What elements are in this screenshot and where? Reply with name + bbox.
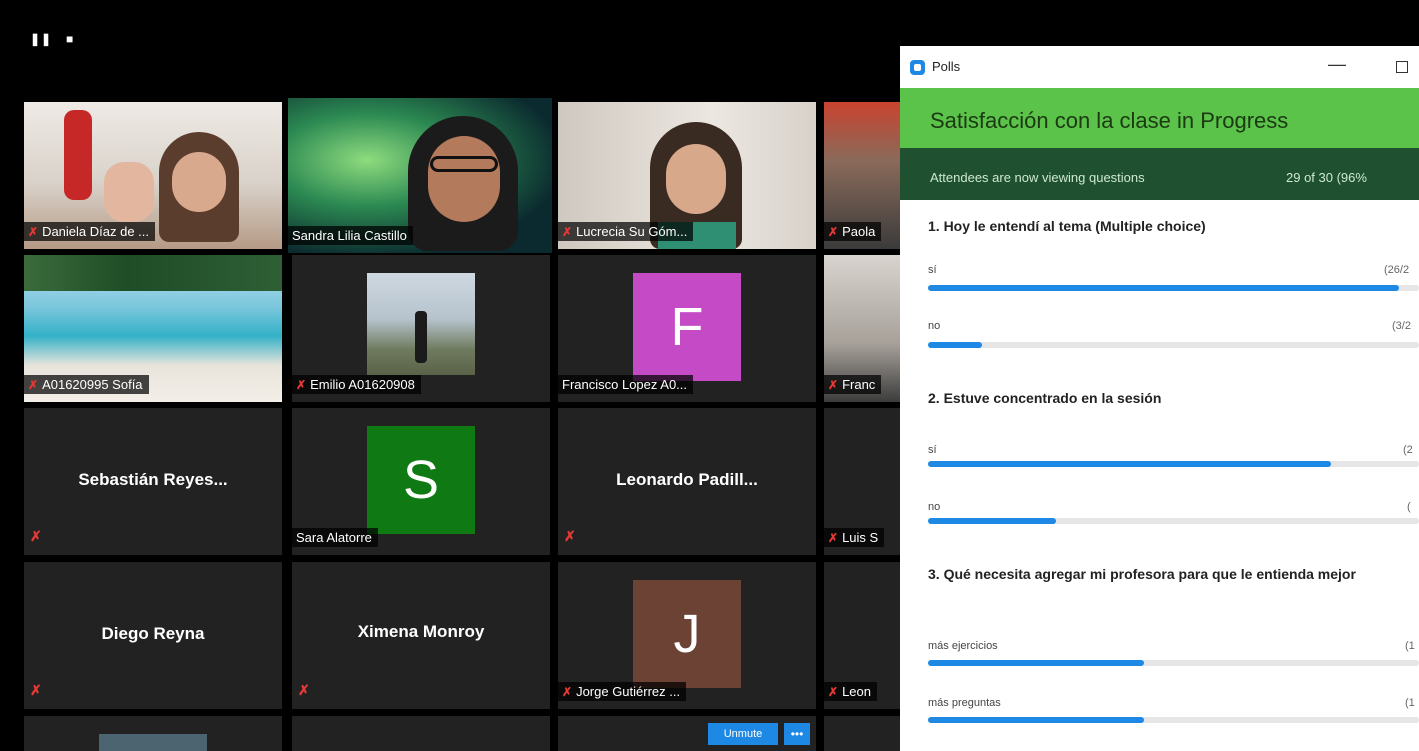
poll-result-bar (928, 285, 1419, 291)
poll-option-label: no (928, 320, 941, 332)
muted-mic-icon: ✗ (828, 225, 839, 239)
pause-icon[interactable]: ❚❚ (30, 32, 52, 46)
poll-option-count: (1 (1405, 697, 1415, 709)
poll-result-bar (928, 717, 1419, 723)
stop-icon[interactable]: ■ (66, 32, 74, 46)
muted-mic-icon: ✗ (562, 225, 573, 239)
profile-photo (367, 273, 475, 375)
more-options-button[interactable]: ••• (784, 723, 810, 745)
participant-name: ✗ A01620995 Sofía (24, 375, 149, 394)
poll-option-count: (3/2 (1392, 320, 1411, 332)
muted-mic-icon: ✗ (828, 378, 839, 392)
participant-name: ✗ Luis S (824, 528, 885, 547)
participant-tile[interactable]: Ximena Monroy ✗ (292, 562, 550, 709)
poll-option-count: (2 (1403, 444, 1413, 456)
avatar: F (633, 273, 741, 381)
participant-tile[interactable]: ✗ Luis S (824, 408, 900, 555)
participant-name: Francisco Lopez A0... (558, 375, 694, 394)
poll-question: 1. Hoy le entendí al tema (Multiple choi… (928, 218, 1206, 234)
poll-question: 3. Qué necesita agregar mi profesora par… (928, 566, 1356, 582)
muted-mic-icon: ✗ (828, 685, 839, 699)
muted-mic-icon: ✗ (298, 682, 310, 698)
unmute-button[interactable]: Unmute (708, 723, 778, 745)
participant-name: Ximena Monroy (357, 622, 485, 641)
poll-status-bar: Attendees are now viewing questions 29 o… (900, 148, 1419, 200)
maximize-icon[interactable] (1396, 61, 1408, 73)
poll-status-text: Attendees are now viewing questions (930, 170, 1145, 185)
polls-title-bar[interactable]: Polls — (900, 46, 1419, 88)
participant-name: Sebastián Reyes... (78, 470, 228, 489)
muted-mic-icon: ✗ (28, 225, 39, 239)
participant-name: ✗ Lucrecia Su Góm... (558, 222, 694, 241)
participant-tile[interactable] (24, 716, 282, 751)
participant-name: Diego Reyna (101, 624, 205, 643)
participant-tile[interactable]: ✗ A01620995 Sofía (24, 255, 282, 402)
participant-tile[interactable]: F Francisco Lopez A0... (558, 255, 816, 402)
participant-tile[interactable]: Diego Reyna ✗ (24, 562, 282, 709)
avatar: J (633, 580, 741, 688)
poll-result-bar (928, 342, 1419, 348)
polls-window-title: Polls (932, 59, 961, 74)
poll-option-count: (26/2 (1384, 264, 1410, 276)
participant-tile-active-speaker[interactable]: Sandra Lilia Castillo (288, 98, 552, 253)
zoom-logo-icon (910, 60, 925, 75)
muted-mic-icon: ✗ (296, 378, 307, 392)
participant-tile[interactable]: ✗ Paola (824, 102, 900, 249)
participant-tile[interactable]: ✗ Emilio A01620908 (292, 255, 550, 402)
muted-mic-icon: ✗ (564, 528, 576, 544)
poll-option-label: sí (928, 444, 937, 456)
muted-mic-icon: ✗ (30, 682, 42, 698)
poll-header: Satisfacción con la clase in Progress (900, 88, 1419, 148)
muted-mic-icon: ✗ (28, 378, 39, 392)
poll-option-label: más ejercicios (928, 640, 998, 652)
participant-name: Sara Alatorre (292, 528, 378, 547)
poll-option-count: (1 (1405, 640, 1415, 652)
poll-question: 2. Estuve concentrado en la sesión (928, 390, 1162, 406)
poll-option-label: sí (928, 264, 937, 276)
poll-result-bar (928, 518, 1419, 524)
poll-option-label: no (928, 501, 941, 513)
poll-title: Satisfacción con la clase in Progress (930, 108, 1289, 133)
participant-name: Leonardo Padill... (616, 470, 758, 489)
avatar: S (367, 426, 475, 534)
minimize-icon[interactable]: — (1328, 54, 1346, 75)
participant-tile[interactable] (824, 716, 900, 751)
profile-photo (99, 734, 207, 751)
participant-tile[interactable]: Sebastián Reyes... ✗ (24, 408, 282, 555)
participant-name: ✗ Paola (824, 222, 882, 241)
poll-response-count: 29 of 30 (96% (1286, 170, 1367, 185)
polls-window: Polls — Satisfacción con la clase in Pro… (900, 46, 1419, 751)
poll-option-count: ( (1407, 501, 1411, 513)
participant-tile[interactable]: ✗ Daniela Díaz de ... (24, 102, 282, 249)
muted-mic-icon: ✗ (828, 531, 839, 545)
muted-mic-icon: ✗ (30, 528, 42, 544)
participant-name: ✗ Leon (824, 682, 877, 701)
participant-name: Sandra Lilia Castillo (288, 226, 413, 245)
poll-option-label: más preguntas (928, 697, 1001, 709)
participant-tile[interactable]: ✗ Lucrecia Su Góm... (558, 102, 816, 249)
poll-result-bar (928, 660, 1419, 666)
participant-tile[interactable] (292, 716, 550, 751)
poll-result-bar (928, 461, 1419, 467)
participant-name: ✗ Emilio A01620908 (292, 375, 421, 394)
participant-tile[interactable]: ✗ Franc (824, 255, 900, 402)
participant-tile[interactable]: Leonardo Padill... ✗ (558, 408, 816, 555)
participant-tile[interactable]: ✗ Leon (824, 562, 900, 709)
participant-name: ✗ Jorge Gutiérrez ... (558, 682, 687, 701)
muted-mic-icon: ✗ (562, 685, 573, 699)
participant-name: ✗ Franc (824, 375, 882, 394)
participant-name: ✗ Daniela Díaz de ... (24, 222, 156, 241)
participant-tile[interactable]: S Sara Alatorre (292, 408, 550, 555)
participant-tile[interactable]: J ✗ Jorge Gutiérrez ... (558, 562, 816, 709)
